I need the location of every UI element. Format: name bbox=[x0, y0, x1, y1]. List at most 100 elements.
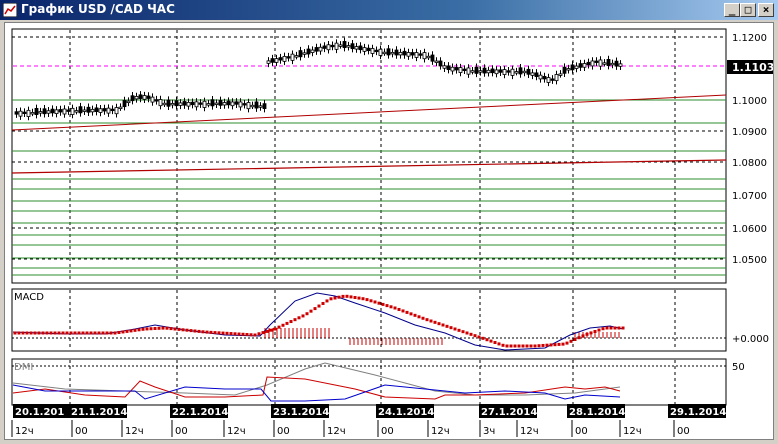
candle-body bbox=[86, 106, 91, 113]
macd-signal-dot bbox=[353, 296, 357, 299]
candle-body bbox=[330, 44, 335, 48]
hour-label: 12ч bbox=[431, 426, 450, 437]
candle-body bbox=[446, 65, 451, 71]
macd-signal-dot bbox=[253, 333, 257, 337]
macd-signal-dot bbox=[333, 296, 337, 300]
macd-signal-dot bbox=[121, 330, 125, 334]
hour-label: 12ч bbox=[15, 426, 34, 437]
candle-body bbox=[542, 76, 547, 80]
macd-signal-dot bbox=[325, 299, 329, 303]
candle-body bbox=[398, 52, 403, 56]
candle-body bbox=[414, 52, 419, 58]
macd-signal-dot bbox=[117, 330, 121, 334]
macd-signal-dot bbox=[393, 306, 397, 310]
candle-body bbox=[510, 68, 515, 76]
candle-body bbox=[70, 107, 75, 115]
macd-signal-dot bbox=[17, 331, 21, 335]
candle-body bbox=[546, 77, 551, 83]
macd-signal-dot bbox=[13, 331, 17, 335]
candle-body bbox=[402, 50, 407, 56]
candle-body bbox=[574, 65, 579, 69]
macd-signal-dot bbox=[621, 326, 625, 330]
title-bar[interactable]: График USD /CAD ЧАС _ □ × bbox=[0, 0, 778, 20]
macd-signal-dot bbox=[25, 331, 29, 335]
candle-body bbox=[538, 74, 543, 80]
dmi-title: DMI bbox=[14, 362, 33, 373]
macd-signal-dot bbox=[169, 327, 173, 331]
macd-signal-dot bbox=[201, 330, 205, 334]
candle-body bbox=[350, 43, 355, 50]
candle-body bbox=[534, 72, 539, 77]
macd-signal-dot bbox=[409, 312, 413, 316]
macd-signal-dot bbox=[217, 331, 221, 335]
candle-body bbox=[58, 109, 63, 113]
macd-signal-dot bbox=[529, 344, 533, 348]
macd-signal-dot bbox=[477, 335, 481, 339]
candle-body bbox=[494, 69, 499, 75]
candle-body bbox=[530, 72, 535, 76]
macd-signal-dot bbox=[537, 344, 541, 348]
macd-signal-dot bbox=[581, 334, 585, 338]
candle-body bbox=[186, 101, 191, 107]
hour-label: 12ч bbox=[227, 426, 246, 437]
candle-body bbox=[602, 62, 607, 65]
candle-body bbox=[394, 49, 399, 56]
candle-body bbox=[366, 47, 371, 52]
macd-signal-dot bbox=[469, 332, 473, 336]
macd-signal-dot bbox=[497, 342, 501, 346]
macd-signal-dot bbox=[441, 323, 445, 327]
date-label: 22.1.2014 bbox=[172, 407, 228, 418]
candle-body bbox=[486, 69, 491, 74]
minimize-button[interactable]: _ bbox=[724, 3, 740, 17]
candle-body bbox=[326, 44, 331, 51]
candle-body bbox=[238, 101, 243, 108]
hour-label: 12ч bbox=[125, 426, 144, 437]
macd-signal-dot bbox=[321, 301, 325, 305]
candle-body bbox=[34, 107, 39, 115]
candle-body bbox=[558, 73, 563, 76]
candle-body bbox=[170, 103, 175, 106]
close-button[interactable]: × bbox=[758, 3, 774, 17]
macd-signal-dot bbox=[281, 323, 285, 327]
macd-signal-dot bbox=[397, 307, 401, 311]
macd-signal-dot bbox=[377, 301, 381, 305]
hour-label: 00 bbox=[677, 426, 690, 437]
price-tick-label: 1.0500 bbox=[732, 255, 767, 266]
candle-body bbox=[434, 60, 439, 63]
macd-panel[interactable] bbox=[11, 288, 727, 352]
chart-window: 1.1200 1.1000 1.0900 1.0800 1.0700 1.0600 1.05… bbox=[4, 22, 774, 440]
date-label: 23.1.2014 bbox=[273, 407, 329, 418]
macd-signal-dot bbox=[445, 324, 449, 328]
price-tick-label: 1.0900 bbox=[732, 127, 767, 138]
candle-body bbox=[426, 55, 431, 59]
candle-body bbox=[50, 108, 55, 114]
candle-body bbox=[562, 66, 567, 74]
macd-signal-dot bbox=[309, 309, 313, 313]
macd-signal-dot bbox=[249, 333, 253, 337]
candle-body bbox=[550, 78, 555, 81]
macd-signal-dot bbox=[57, 331, 61, 335]
macd-signal-dot bbox=[157, 326, 161, 330]
candle-body bbox=[178, 102, 183, 106]
candle-body bbox=[22, 111, 27, 114]
candle-body bbox=[286, 56, 291, 59]
maximize-button[interactable]: □ bbox=[740, 3, 756, 17]
date-label: 20.1.201 bbox=[15, 407, 64, 418]
candle-body bbox=[518, 67, 523, 75]
hour-label: 12ч bbox=[623, 426, 642, 437]
macd-signal-dot bbox=[601, 327, 605, 331]
candle-body bbox=[230, 101, 235, 107]
candle-body bbox=[442, 65, 447, 69]
macd-signal-dot bbox=[289, 320, 293, 324]
candle-body bbox=[138, 94, 143, 99]
candle-body bbox=[506, 70, 511, 73]
candle-body bbox=[306, 48, 311, 55]
chart-canvas[interactable]: 1.1200 1.1000 1.0900 1.0800 1.0700 1.0600 1.05… bbox=[5, 23, 773, 439]
macd-signal-dot bbox=[277, 325, 281, 329]
macd-signal-dot bbox=[185, 328, 189, 332]
candle-body bbox=[294, 55, 299, 58]
candle-body bbox=[146, 95, 151, 99]
date-label: 24.1.2014 bbox=[378, 407, 434, 418]
price-tick-label: 1.0800 bbox=[732, 158, 767, 169]
candle-body bbox=[358, 45, 363, 51]
